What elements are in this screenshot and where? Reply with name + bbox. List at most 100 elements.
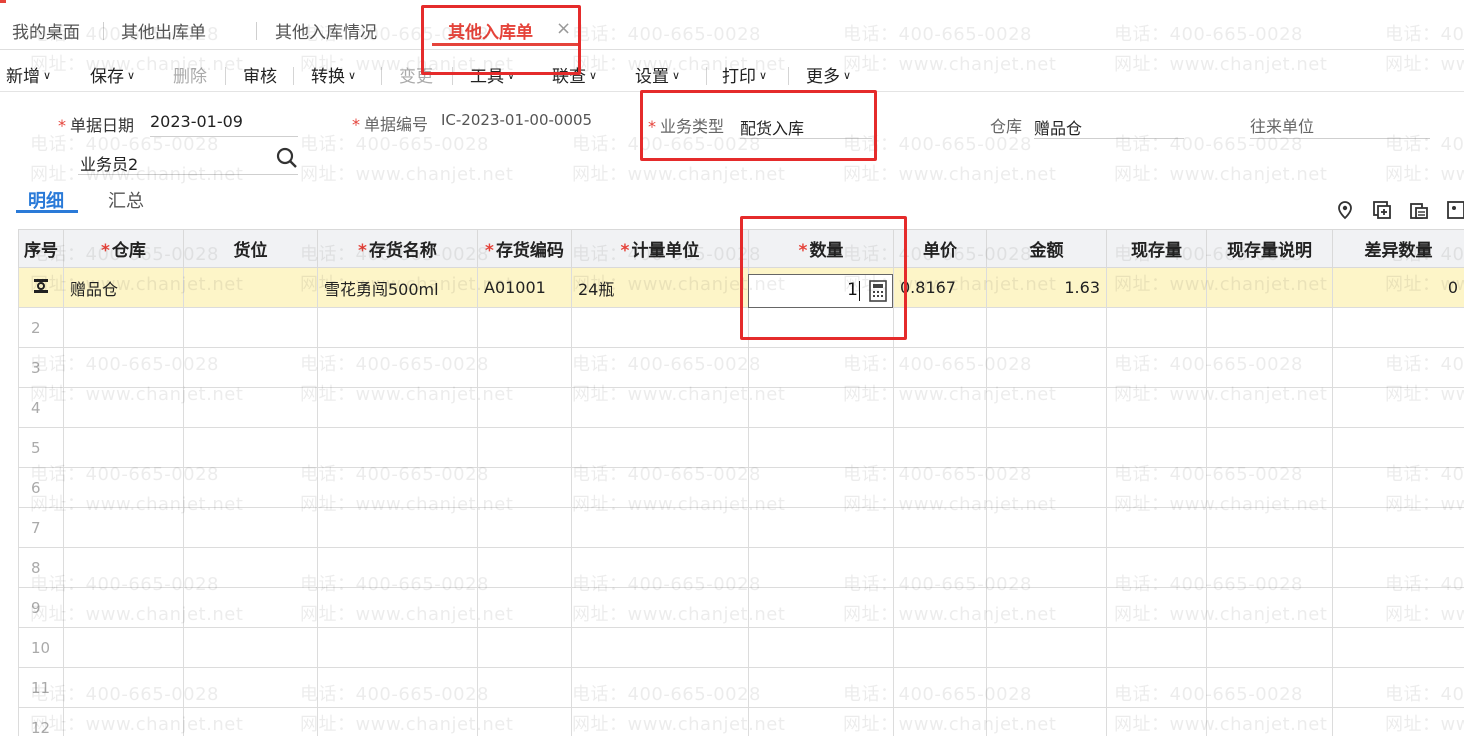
grid-cell[interactable]	[63, 307, 184, 348]
grid-cell[interactable]	[893, 387, 987, 428]
grid-cell[interactable]	[893, 307, 987, 348]
grid-cell[interactable]	[1332, 507, 1464, 548]
grid-cell[interactable]	[748, 587, 894, 628]
col-amount[interactable]: 金额	[986, 229, 1107, 268]
grid-cell[interactable]	[571, 307, 749, 348]
convert-button[interactable]: 转换 ∨	[311, 62, 356, 87]
grid-cell[interactable]	[477, 427, 572, 468]
grid-cell[interactable]	[893, 427, 987, 468]
grid-cell[interactable]	[1206, 467, 1333, 508]
table-row[interactable]: 5	[18, 427, 1464, 468]
grid-cell[interactable]	[63, 507, 184, 548]
cell-stock[interactable]	[1106, 267, 1207, 308]
grid-cell[interactable]	[1206, 427, 1333, 468]
grid-cell[interactable]	[571, 707, 749, 736]
grid-cell[interactable]	[571, 427, 749, 468]
grid-cell[interactable]	[748, 427, 894, 468]
grid-cell[interactable]	[893, 627, 987, 668]
grid-cell[interactable]	[183, 667, 318, 708]
col-unit[interactable]: * 计量单位	[571, 229, 749, 268]
grid-cell[interactable]	[1332, 307, 1464, 348]
row-settings-icon[interactable]	[18, 267, 64, 308]
tab-other-outbound[interactable]: 其他出库单	[121, 18, 206, 43]
grid-cell[interactable]	[183, 707, 318, 736]
grid-cell[interactable]	[1106, 587, 1207, 628]
grid-cell[interactable]	[477, 667, 572, 708]
grid-cell[interactable]	[477, 347, 572, 388]
grid-cell[interactable]	[317, 507, 478, 548]
grid-cell[interactable]	[183, 387, 318, 428]
add-row-icon[interactable]	[1372, 200, 1392, 220]
grid-cell[interactable]	[893, 547, 987, 588]
grid-cell[interactable]	[986, 587, 1107, 628]
col-item-code[interactable]: * 存货编码	[477, 229, 572, 268]
grid-cell[interactable]	[571, 387, 749, 428]
grid-cell[interactable]	[748, 387, 894, 428]
grid-cell[interactable]	[63, 347, 184, 388]
cell-stock-note[interactable]	[1206, 267, 1333, 308]
grid-cell[interactable]	[1106, 667, 1207, 708]
new-button[interactable]: 新增 ∨	[6, 62, 51, 87]
grid-cell[interactable]	[986, 427, 1107, 468]
grid-cell[interactable]	[183, 427, 318, 468]
audit-button[interactable]: 审核	[243, 62, 277, 87]
grid-cell[interactable]	[63, 587, 184, 628]
grid-cell[interactable]	[1106, 547, 1207, 588]
grid-cell[interactable]	[893, 667, 987, 708]
grid-cell[interactable]	[1106, 427, 1207, 468]
tab-my-desktop[interactable]: 我的桌面	[12, 18, 80, 43]
grid-cell[interactable]	[63, 707, 184, 736]
grid-cell[interactable]	[571, 347, 749, 388]
copy-row-icon[interactable]	[1409, 200, 1429, 220]
grid-cell[interactable]	[1206, 627, 1333, 668]
grid-cell[interactable]	[748, 707, 894, 736]
grid-cell[interactable]	[1332, 627, 1464, 668]
cell-unit[interactable]: 24瓶	[571, 267, 749, 308]
grid-cell[interactable]	[748, 467, 894, 508]
grid-cell[interactable]	[1206, 707, 1333, 736]
grid-cell[interactable]	[63, 427, 184, 468]
grid-cell[interactable]	[986, 547, 1107, 588]
cell-price[interactable]: 0.8167	[893, 267, 987, 308]
grid-cell[interactable]	[317, 427, 478, 468]
save-button[interactable]: 保存 ∨	[90, 62, 135, 87]
grid-cell[interactable]	[183, 587, 318, 628]
table-row[interactable]: 10	[18, 627, 1464, 668]
grid-cell[interactable]	[1106, 387, 1207, 428]
grid-cell[interactable]	[571, 547, 749, 588]
grid-cell[interactable]	[893, 507, 987, 548]
grid-cell[interactable]	[317, 347, 478, 388]
grid-cell[interactable]	[748, 507, 894, 548]
location-pin-icon[interactable]	[1335, 200, 1355, 220]
grid-cell[interactable]	[893, 587, 987, 628]
grid-cell[interactable]	[893, 707, 987, 736]
table-row[interactable]: 8	[18, 547, 1464, 588]
grid-cell[interactable]	[1106, 467, 1207, 508]
grid-cell[interactable]	[1332, 707, 1464, 736]
cell-item-code[interactable]: A01001	[477, 267, 572, 308]
grid-cell[interactable]	[183, 547, 318, 588]
grid-cell[interactable]	[317, 587, 478, 628]
grid-cell[interactable]	[1106, 307, 1207, 348]
grid-cell[interactable]	[63, 627, 184, 668]
cell-warehouse[interactable]: 赠品仓	[63, 267, 184, 308]
grid-cell[interactable]	[1106, 507, 1207, 548]
grid-cell[interactable]	[183, 347, 318, 388]
grid-cell[interactable]	[571, 587, 749, 628]
table-row[interactable]: 7	[18, 507, 1464, 548]
grid-cell[interactable]	[748, 667, 894, 708]
grid-cell[interactable]	[748, 627, 894, 668]
grid-cell[interactable]	[477, 467, 572, 508]
grid-cell[interactable]	[1206, 387, 1333, 428]
grid-cell[interactable]	[1206, 667, 1333, 708]
col-item-name[interactable]: * 存货名称	[317, 229, 478, 268]
table-row[interactable]: 6	[18, 467, 1464, 508]
grid-cell[interactable]	[986, 507, 1107, 548]
col-stock[interactable]: 现存量	[1106, 229, 1207, 268]
grid-cell[interactable]	[1332, 347, 1464, 388]
table-row[interactable]: 9	[18, 587, 1464, 628]
grid-cell[interactable]	[317, 307, 478, 348]
settings-button[interactable]: 设置 ∨	[635, 62, 680, 87]
tab-summary[interactable]: 汇总	[108, 187, 144, 213]
table-row[interactable]: 4	[18, 387, 1464, 428]
